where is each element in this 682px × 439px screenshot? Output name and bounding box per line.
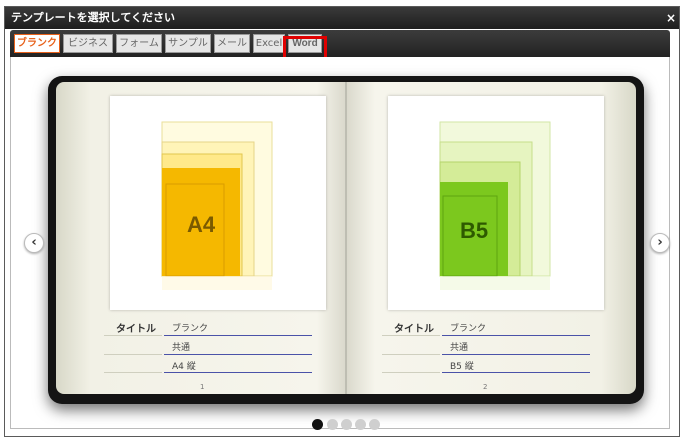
close-icon[interactable]: ×	[666, 7, 676, 29]
a4-page-icon: A4	[161, 121, 273, 290]
info-rule	[442, 354, 590, 355]
template-thumbnail-b5[interactable]: B5	[388, 96, 604, 310]
book-pages: A4 B5 タイトル ブランク 共通 A4 縦 1 タイトル ブランク 共通 B…	[56, 82, 636, 394]
template-type: 共通	[450, 343, 469, 353]
dialog-titlebar: テンプレートを選択してください ×	[5, 7, 679, 29]
template-thumbnail-a4[interactable]: A4	[110, 96, 326, 310]
info-rule	[164, 335, 312, 336]
info-rule	[382, 372, 440, 373]
template-book: A4 B5 タイトル ブランク 共通 A4 縦 1 タイトル ブランク 共通 B…	[48, 76, 644, 404]
template-title: ブランク	[172, 324, 209, 334]
a4-label: A4	[187, 212, 216, 237]
template-type: 共通	[172, 343, 191, 353]
info-rule	[104, 372, 162, 373]
template-tabs: ブランク ビジネス フォーム サンプル メール Excel Word	[10, 30, 670, 57]
info-rule	[382, 354, 440, 355]
title-label: タイトル	[394, 324, 434, 335]
template-format: A4 縦	[172, 362, 196, 372]
tab-business[interactable]: ビジネス	[63, 34, 113, 53]
template-title: ブランク	[450, 324, 487, 334]
b5-page-icon: B5	[439, 121, 551, 290]
page-dot-3[interactable]	[341, 419, 352, 430]
tab-sample[interactable]: サンプル	[165, 34, 211, 53]
info-rule	[164, 354, 312, 355]
template-format: B5 縦	[450, 362, 474, 372]
info-rule	[164, 372, 312, 373]
book-spine	[345, 82, 347, 394]
dialog-title: テンプレートを選択してください	[11, 11, 176, 24]
page-dot-5[interactable]	[369, 419, 380, 430]
info-rule	[442, 372, 590, 373]
next-arrow-icon[interactable]: ›	[650, 233, 670, 253]
title-label: タイトル	[116, 324, 156, 335]
tab-form[interactable]: フォーム	[116, 34, 162, 53]
info-rule	[104, 354, 162, 355]
tab-word[interactable]: Word	[288, 34, 322, 53]
page-number: 1	[200, 383, 205, 391]
page-number: 2	[483, 383, 488, 391]
tab-blank[interactable]: ブランク	[14, 34, 60, 53]
tab-excel[interactable]: Excel	[253, 34, 285, 53]
page-dot-2[interactable]	[327, 419, 338, 430]
b5-label: B5	[460, 218, 488, 243]
tab-mail[interactable]: メール	[214, 34, 250, 53]
info-rule	[104, 335, 162, 336]
prev-arrow-icon[interactable]: ‹	[24, 233, 44, 253]
page-dot-4[interactable]	[355, 419, 366, 430]
page-dot-1[interactable]	[312, 419, 323, 430]
info-rule	[442, 335, 590, 336]
info-rule	[382, 335, 440, 336]
